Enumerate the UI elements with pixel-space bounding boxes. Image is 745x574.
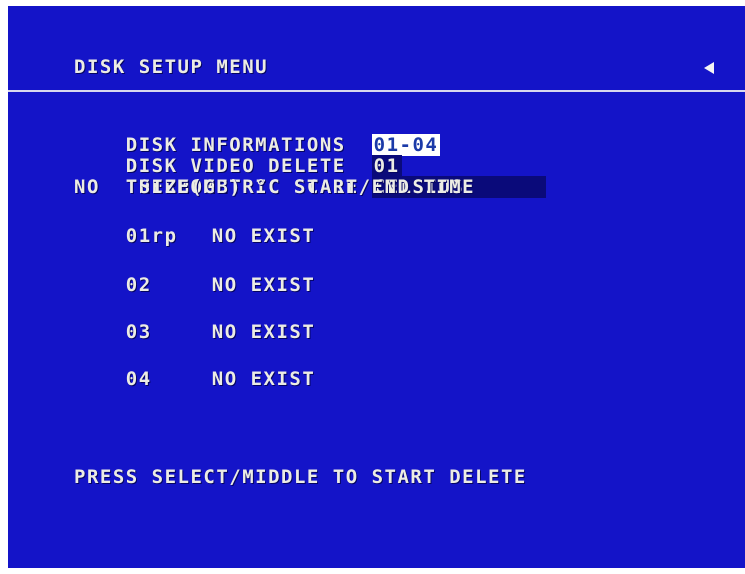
disk-video-delete-row: DISK VIDEO DELETE 01 [74,133,402,177]
disk-status: NO EXIST [211,274,316,296]
disk-informations-row: DISK INFORMATIONS 01-04 [74,112,441,156]
dvr-osd-screen: DISK SETUP MENU DISK INFORMATIONS 01-04 … [8,6,745,568]
thermometric-scale-row: THERMOMETRIC SCALE CELSIUS [74,154,546,198]
disk-row[interactable]: 02 NO EXIST [74,252,315,296]
title-bar: DISK SETUP MENU [74,54,714,84]
disk-status: NO EXIST [211,225,316,247]
disk-status: NO EXIST [211,321,316,343]
disk-row[interactable]: 04 NO EXIST [74,346,315,390]
disk-row[interactable]: 03 NO EXIST [74,299,315,343]
disk-row[interactable]: 01rp NO EXIST [74,203,315,247]
back-arrow-icon[interactable] [704,62,714,74]
disk-number: 03 [125,321,152,343]
table-header: NO SIZE(GB) °C START/END TIME [74,176,476,198]
disk-number: 04 [125,368,152,390]
disk-status: NO EXIST [211,368,316,390]
page-title: DISK SETUP MENU [74,56,269,78]
footer-instruction: PRESS SELECT/MIDDLE TO START DELETE [74,466,527,488]
disk-number: 02 [125,274,152,296]
title-divider [8,90,745,92]
disk-number: 01rp [125,225,178,247]
